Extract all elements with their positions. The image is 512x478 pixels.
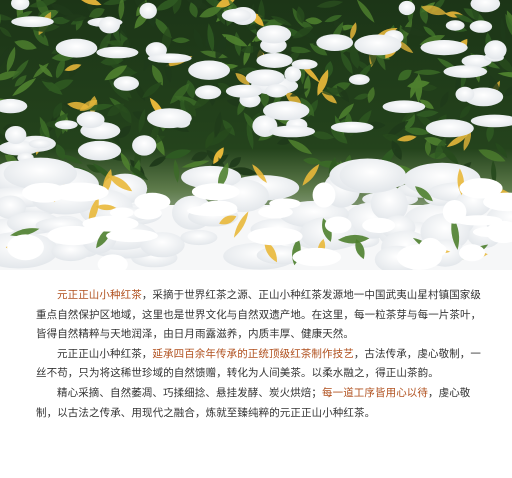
paragraph-process: 精心采摘、自然萎凋、巧揉细捻、悬挂发酵、炭火烘焙；每一道工序皆用心以待，虔心敬制…: [36, 386, 471, 419]
snow-tea-bush-photo: [0, 0, 512, 270]
brand-highlight: 元正正山小种红茶: [57, 289, 142, 301]
article-body: 元正正山小种红茶，采摘于世界红茶之源、正山小种红茶发源地一中国武夷山星村镇国家级…: [36, 286, 484, 423]
paragraph-craft: 元正正山小种红茶，延承四百余年传承的正统顶级红茶制作技艺，古法传承，虔心敬制，一…: [36, 347, 482, 380]
craft-highlight: 延承四百余年传承的正统顶级红茶制作技艺: [152, 347, 354, 360]
paragraph-origin: 元正正山小种红茶，采摘于世界红茶之源、正山小种红茶发源地一中国武夷山星村镇国家级…: [36, 289, 482, 341]
process-highlight: 每一道工序皆用心以待: [322, 386, 428, 399]
